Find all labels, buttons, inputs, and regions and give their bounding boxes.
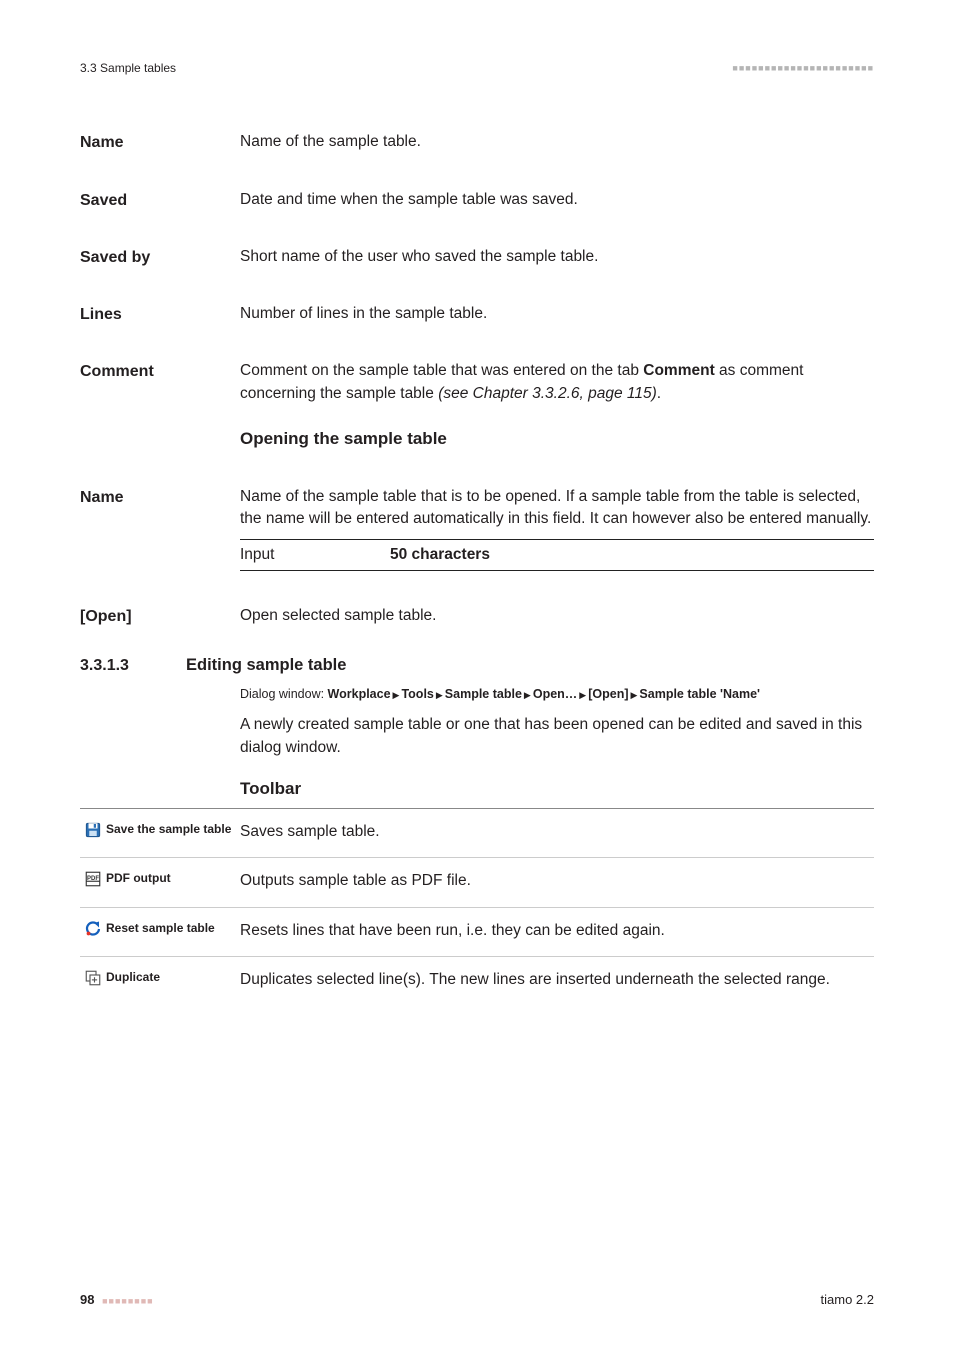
comment-body-italic: (see Chapter 3.3.2.6, page 115) [438, 385, 657, 402]
section-heading: 3.3.1.3 Editing sample table [80, 654, 874, 678]
toolbar-save-label-cell: Save the sample table [84, 821, 240, 843]
footer-page-number: 98 [80, 1292, 94, 1307]
dialog-window-path: Dialog window: Workplace▶Tools▶Sample ta… [240, 684, 874, 704]
opening-input-label: Input [240, 544, 390, 566]
toolbar-reset-body: Resets lines that have been run, i.e. th… [240, 920, 874, 942]
opening-name-body: Name of the sample table that is to be o… [240, 472, 874, 531]
header-section-ref: 3.3 Sample tables [80, 60, 176, 77]
triangle-icon: ▶ [434, 690, 445, 700]
def-name: Name Name of the sample table. [80, 117, 874, 154]
triangle-icon: ▶ [577, 690, 588, 700]
dialog-part-4: [Open] [588, 687, 628, 701]
triangle-icon: ▶ [522, 690, 533, 700]
toolbar-table: Save the sample table Saves sample table… [80, 808, 874, 1006]
toolbar-row-reset: Reset sample table Resets lines that hav… [80, 908, 874, 957]
dialog-part-1: Tools [401, 687, 433, 701]
opening-input-row: Input 50 characters [240, 539, 874, 571]
def-comment-label: Comment [80, 346, 240, 383]
footer-ornament: ■■■■■■■■ [102, 1296, 154, 1306]
save-icon [84, 821, 102, 839]
def-comment-body: Comment on the sample table that was ent… [240, 346, 874, 405]
toolbar-reset-label-cell: Reset sample table [84, 920, 240, 942]
page: 3.3 Sample tables ■■■■■■■■■■■■■■■■■■■■■■… [0, 0, 954, 1350]
header-ornament: ■■■■■■■■■■■■■■■■■■■■■■ [732, 62, 874, 75]
toolbar-pdf-label-cell: PDF PDF output [84, 870, 240, 892]
toolbar-save-body: Saves sample table. [240, 821, 874, 843]
page-header: 3.3 Sample tables ■■■■■■■■■■■■■■■■■■■■■■ [80, 60, 874, 77]
duplicate-icon [84, 969, 102, 987]
def-lines-label: Lines [80, 289, 240, 326]
opening-name: Name Name of the sample table that is to… [80, 472, 874, 531]
triangle-icon: ▶ [391, 690, 402, 700]
toolbar-duplicate-body: Duplicates selected line(s). The new lin… [240, 969, 874, 991]
dialog-prefix: Dialog window: [240, 687, 328, 701]
opening-open-label: [Open] [80, 591, 240, 628]
def-lines: Lines Number of lines in the sample tabl… [80, 289, 874, 326]
dialog-part-3: Open… [533, 687, 577, 701]
comment-body-a: Comment on the sample table that was ent… [240, 362, 643, 379]
def-savedby: Saved by Short name of the user who save… [80, 232, 874, 269]
def-saved: Saved Date and time when the sample tabl… [80, 175, 874, 212]
reset-icon [84, 920, 102, 938]
triangle-icon: ▶ [629, 690, 640, 700]
toolbar-row-pdf: PDF PDF output Outputs sample table as P… [80, 858, 874, 907]
opening-open: [Open] Open selected sample table. [80, 591, 874, 628]
opening-input-value: 50 characters [390, 544, 490, 566]
def-name-body: Name of the sample table. [240, 117, 874, 153]
toolbar-save-label: Save the sample table [106, 821, 231, 838]
footer-left: 98 ■■■■■■■■ [80, 1291, 154, 1310]
def-saved-label: Saved [80, 175, 240, 212]
comment-body-bold: Comment [643, 362, 714, 379]
toolbar-duplicate-label-cell: Duplicate [84, 969, 240, 991]
def-lines-body: Number of lines in the sample table. [240, 289, 874, 325]
opening-open-body: Open selected sample table. [240, 591, 874, 627]
dialog-part-0: Workplace [328, 687, 391, 701]
def-savedby-label: Saved by [80, 232, 240, 269]
section-paragraph: A newly created sample table or one that… [240, 714, 874, 759]
toolbar-row-duplicate: Duplicate Duplicates selected line(s). T… [80, 957, 874, 1005]
toolbar-heading: Toolbar [240, 777, 874, 802]
toolbar-pdf-body: Outputs sample table as PDF file. [240, 870, 874, 892]
def-savedby-body: Short name of the user who saved the sam… [240, 232, 874, 268]
section-number: 3.3.1.3 [80, 654, 186, 677]
footer-product: tiamo 2.2 [821, 1291, 874, 1310]
dialog-part-5: Sample table 'Name' [639, 687, 760, 701]
def-name-label: Name [80, 117, 240, 154]
toolbar-duplicate-label: Duplicate [106, 969, 160, 986]
dialog-part-2: Sample table [445, 687, 522, 701]
comment-body-c: . [657, 385, 661, 402]
toolbar-pdf-label: PDF output [106, 870, 171, 887]
pdf-icon: PDF [84, 870, 102, 888]
def-comment: Comment Comment on the sample table that… [80, 346, 874, 405]
def-saved-body: Date and time when the sample table was … [240, 175, 874, 211]
page-footer: 98 ■■■■■■■■ tiamo 2.2 [80, 1291, 874, 1310]
opening-heading: Opening the sample table [240, 427, 874, 452]
toolbar-row-save: Save the sample table Saves sample table… [80, 809, 874, 858]
opening-name-label: Name [80, 472, 240, 509]
toolbar-reset-label: Reset sample table [106, 920, 215, 937]
section-title: Editing sample table [186, 654, 346, 678]
